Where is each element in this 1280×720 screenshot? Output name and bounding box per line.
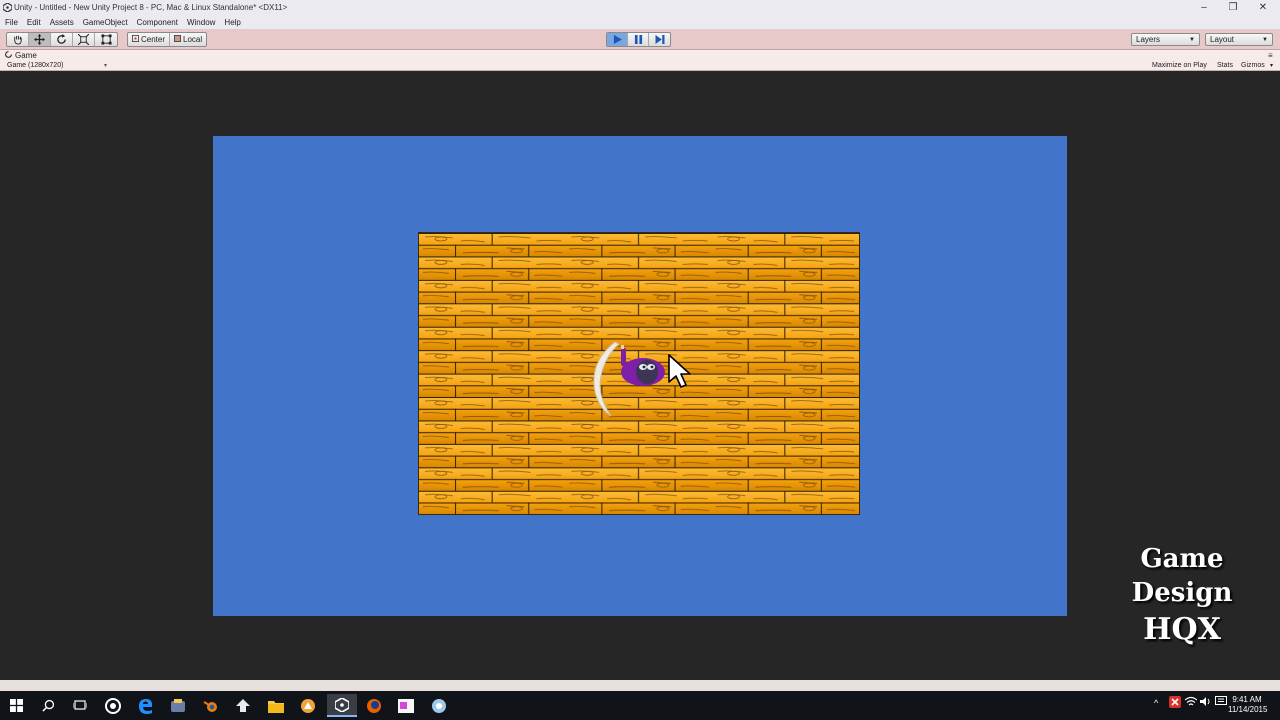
file-explorer-tool-icon[interactable] [163, 694, 193, 717]
window-title: Unity - Untitled - New Unity Project 8 -… [14, 3, 288, 12]
folder-icon[interactable] [261, 694, 291, 717]
local-space-icon [174, 35, 182, 44]
pivot-icon [132, 35, 139, 44]
volume-icon[interactable] [1200, 696, 1212, 709]
network-icon[interactable] [1184, 696, 1198, 709]
menu-component[interactable]: Component [137, 18, 178, 27]
step-button[interactable] [649, 33, 670, 46]
stats-toggle[interactable]: Stats [1217, 62, 1233, 69]
channel-watermark: Game Design HQX [1118, 542, 1246, 650]
image-viewer-icon[interactable] [424, 694, 454, 717]
chevron-down-icon: ▾ [104, 63, 108, 69]
pivot-center-button[interactable]: Center [128, 33, 171, 46]
watermark-line2: Design [1131, 578, 1233, 608]
clock-date: 11/14/2015 [1228, 705, 1268, 714]
unity-logo-icon [0, 1, 14, 15]
inkscape-icon[interactable] [228, 694, 258, 717]
play-button[interactable] [607, 33, 628, 46]
system-clock[interactable]: 9:41 AM 11/14/2015 [1228, 695, 1268, 715]
pivot-local-button[interactable]: Local [170, 33, 206, 46]
search-icon[interactable] [33, 694, 63, 717]
move-icon[interactable] [29, 33, 51, 46]
firefox-icon[interactable] [359, 694, 389, 717]
pivot-toggles: Center Local [127, 32, 208, 47]
layers-label: Layers [1136, 35, 1161, 44]
status-strip [0, 680, 1280, 691]
windows-taskbar: ^ 9:41 AM 11/14/2015 [0, 691, 1280, 720]
menu-window[interactable]: Window [187, 18, 215, 27]
scale-icon[interactable] [73, 33, 95, 46]
windows-start-icon[interactable] [1, 694, 31, 717]
menu-bar: File Edit Assets GameObject Component Wi… [0, 15, 1280, 29]
security-tray-icon[interactable] [1169, 696, 1181, 710]
layout-dropdown[interactable]: Layout ▼ [1205, 33, 1273, 46]
rotate-icon[interactable] [51, 33, 73, 46]
unknown-app-icon[interactable] [293, 694, 323, 717]
notifications-icon[interactable] [1215, 696, 1227, 709]
menu-gameobject[interactable]: GameObject [83, 18, 128, 27]
game-tab-icon [5, 51, 12, 60]
pause-button[interactable] [628, 33, 649, 46]
chrome-icon[interactable] [98, 694, 128, 717]
mouse-cursor-icon [668, 354, 691, 388]
hand-icon[interactable] [7, 33, 29, 46]
gizmos-dropdown[interactable]: Gizmos [1241, 62, 1265, 69]
chevron-down-icon: ▼ [1262, 36, 1268, 43]
rect-icon[interactable] [95, 33, 117, 46]
unity-taskbar-icon[interactable] [327, 694, 357, 717]
space-label: Local [183, 35, 203, 44]
game-tab-label: Game [15, 51, 37, 60]
game-view-toolbar: Game (1280x720) ▾ Maximize on Play Stats… [0, 61, 1280, 71]
maximize-on-play-toggle[interactable]: Maximize on Play [1152, 62, 1207, 69]
blender-icon[interactable] [196, 694, 226, 717]
watermark-line1: Game [1140, 544, 1224, 574]
close-icon[interactable]: ✕ [1248, 0, 1278, 15]
edge-icon[interactable] [131, 694, 161, 717]
player-character [593, 341, 665, 417]
menu-edit[interactable]: Edit [27, 18, 41, 27]
task-view-icon[interactable] [65, 694, 95, 717]
layers-dropdown[interactable]: Layers ▼ [1131, 33, 1200, 46]
restore-icon[interactable]: ❐ [1218, 0, 1248, 15]
tab-menu-icon[interactable]: ≡ [1268, 51, 1273, 60]
menu-help[interactable]: Help [224, 18, 240, 27]
pivot-label: Center [141, 35, 166, 44]
menu-file[interactable]: File [5, 18, 18, 27]
title-bar: Unity - Untitled - New Unity Project 8 -… [0, 0, 1280, 15]
resolution-dropdown[interactable]: Game (1280x720) [7, 62, 63, 69]
paint-icon[interactable] [391, 694, 421, 717]
clock-time: 9:41 AM [1232, 695, 1262, 704]
sword-slash-effect [593, 341, 620, 417]
character-arm [621, 348, 626, 366]
watermark-line3: HQX [1143, 612, 1221, 647]
minimize-icon[interactable]: – [1189, 0, 1219, 15]
game-tab[interactable]: Game [0, 50, 1280, 61]
main-toolbar: Center Local Layers ▼ Layout ▼ [0, 29, 1280, 50]
menu-assets[interactable]: Assets [50, 18, 74, 27]
chevron-down-icon: ▼ [1189, 36, 1195, 43]
chevron-down-icon: ▾ [1270, 63, 1274, 69]
layout-label: Layout [1210, 35, 1235, 44]
transform-tools [6, 32, 118, 47]
playback-controls [606, 32, 671, 47]
chevron-up-icon[interactable]: ^ [1154, 698, 1158, 708]
